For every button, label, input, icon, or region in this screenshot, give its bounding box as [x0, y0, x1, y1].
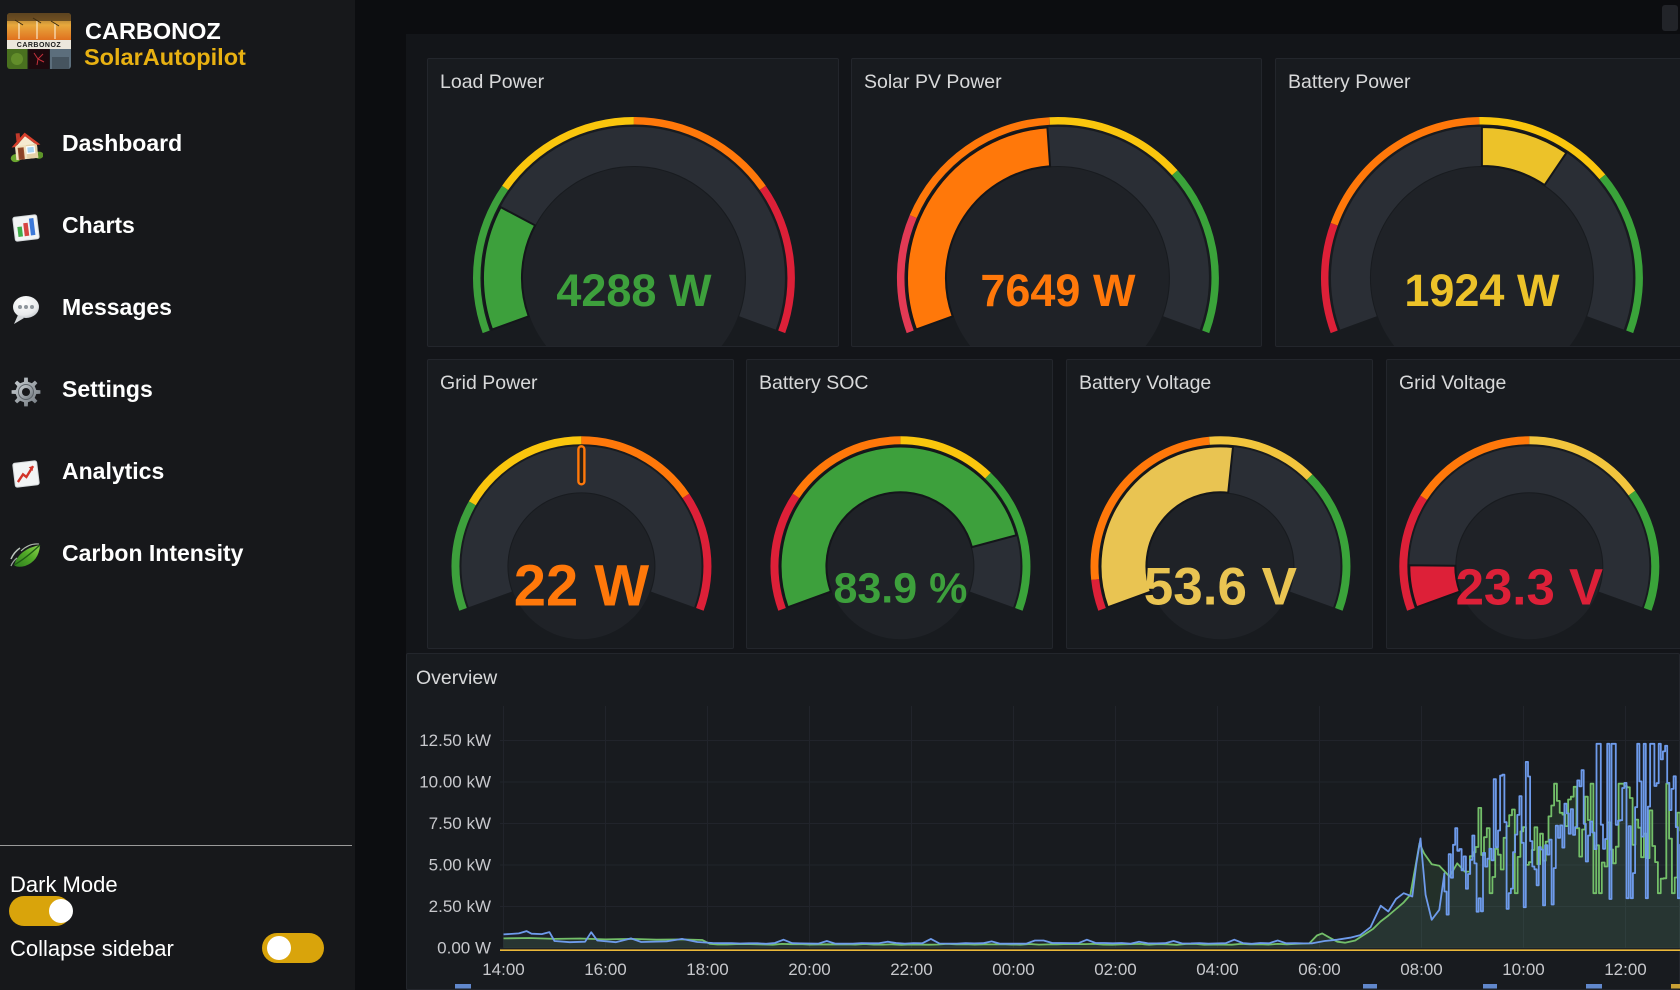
svg-text:7.50 kW: 7.50 kW	[429, 814, 491, 833]
svg-text:10.00 kW: 10.00 kW	[419, 773, 491, 792]
svg-text:04:00: 04:00	[1196, 960, 1239, 979]
svg-text:5.00 kW: 5.00 kW	[429, 856, 491, 875]
svg-text:12.50 kW: 12.50 kW	[419, 731, 491, 750]
svg-text:08:00: 08:00	[1400, 960, 1443, 979]
svg-text:0.00 W: 0.00 W	[437, 939, 491, 958]
svg-text:20:00: 20:00	[788, 960, 831, 979]
svg-text:14:00: 14:00	[482, 960, 525, 979]
svg-text:22:00: 22:00	[890, 960, 933, 979]
svg-text:00:00: 00:00	[992, 960, 1035, 979]
svg-text:2.50 kW: 2.50 kW	[429, 897, 491, 916]
svg-text:12:00: 12:00	[1604, 960, 1647, 979]
svg-text:16:00: 16:00	[584, 960, 627, 979]
svg-text:06:00: 06:00	[1298, 960, 1341, 979]
svg-text:CARBONOZ: CARBONOZ	[17, 42, 62, 49]
svg-text:02:00: 02:00	[1094, 960, 1137, 979]
svg-text:18:00: 18:00	[686, 960, 729, 979]
svg-text:10:00: 10:00	[1502, 960, 1545, 979]
